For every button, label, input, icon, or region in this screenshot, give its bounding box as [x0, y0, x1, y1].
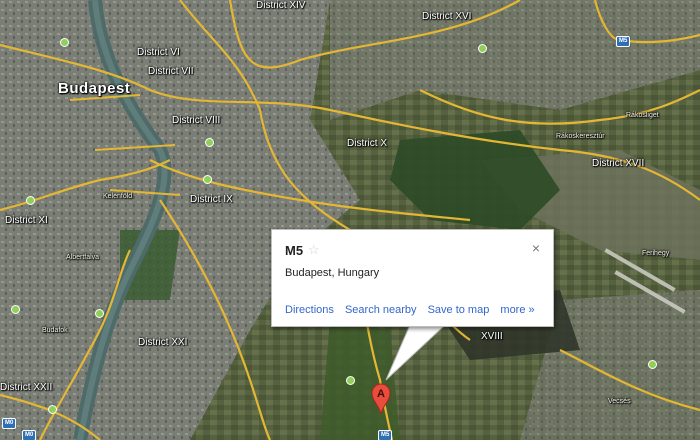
poi-icon[interactable] [346, 376, 355, 385]
search-nearby-link[interactable]: Search nearby [345, 304, 417, 316]
district-label-xxii: District XXII [0, 382, 53, 393]
satellite-imagery [0, 0, 700, 440]
poi-icon[interactable] [203, 175, 212, 184]
info-window: M5 ☆ × Budapest, Hungary Directions Sear… [271, 229, 554, 327]
place-label: Rákosliget [626, 112, 659, 119]
close-icon[interactable]: × [532, 240, 540, 256]
marker-letter: A [377, 388, 385, 400]
district-label-xvi: District XVI [422, 11, 472, 22]
city-label-budapest: Budapest [58, 80, 131, 97]
district-label-xi: District XI [5, 215, 48, 226]
district-label-ix: District IX [190, 194, 233, 205]
more-link[interactable]: more » [500, 304, 534, 316]
district-label-vi: District VI [137, 47, 180, 58]
poi-icon[interactable] [648, 360, 657, 369]
poi-icon[interactable] [205, 138, 214, 147]
info-window-address: Budapest, Hungary [285, 267, 380, 279]
poi-icon[interactable] [26, 196, 35, 205]
poi-icon[interactable] [478, 44, 487, 53]
map-view[interactable]: Budapest District XIV District XVI Distr… [0, 0, 700, 440]
district-label-xviii: XVIII [481, 331, 503, 342]
poi-icon[interactable] [95, 309, 104, 318]
info-window-title: M5 [285, 243, 304, 258]
directions-link[interactable]: Directions [285, 304, 334, 316]
poi-icon[interactable] [11, 305, 20, 314]
place-label: Budafok [42, 327, 68, 334]
district-label-xiv: District XIV [256, 0, 306, 11]
district-label-xxi: District XXI [138, 337, 188, 348]
motorway-shield: M0 [22, 430, 37, 440]
save-to-map-link[interactable]: Save to map [428, 304, 490, 316]
place-label: Albertfalva [66, 254, 100, 261]
place-label: Ferihegy [642, 250, 670, 257]
place-label: Rákoskeresztúr [556, 133, 605, 140]
poi-icon[interactable] [48, 405, 57, 414]
district-label-xvii: District XVII [592, 158, 645, 169]
place-label: Kelenföld [103, 193, 133, 200]
place-label: Vecsés [608, 398, 631, 405]
motorway-shield: M0 [2, 418, 17, 429]
motorway-shield: M5 [616, 36, 631, 47]
location-marker-a[interactable]: A [371, 383, 391, 415]
motorway-shield: M5 [378, 430, 393, 440]
poi-icon[interactable] [60, 38, 69, 47]
district-label-viii: District VIII [172, 115, 221, 126]
star-icon[interactable]: ☆ [308, 242, 320, 258]
district-label-vii: District VII [148, 66, 194, 77]
info-window-links: Directions Search nearby Save to map mor… [285, 304, 543, 316]
district-label-x: District X [347, 138, 387, 149]
